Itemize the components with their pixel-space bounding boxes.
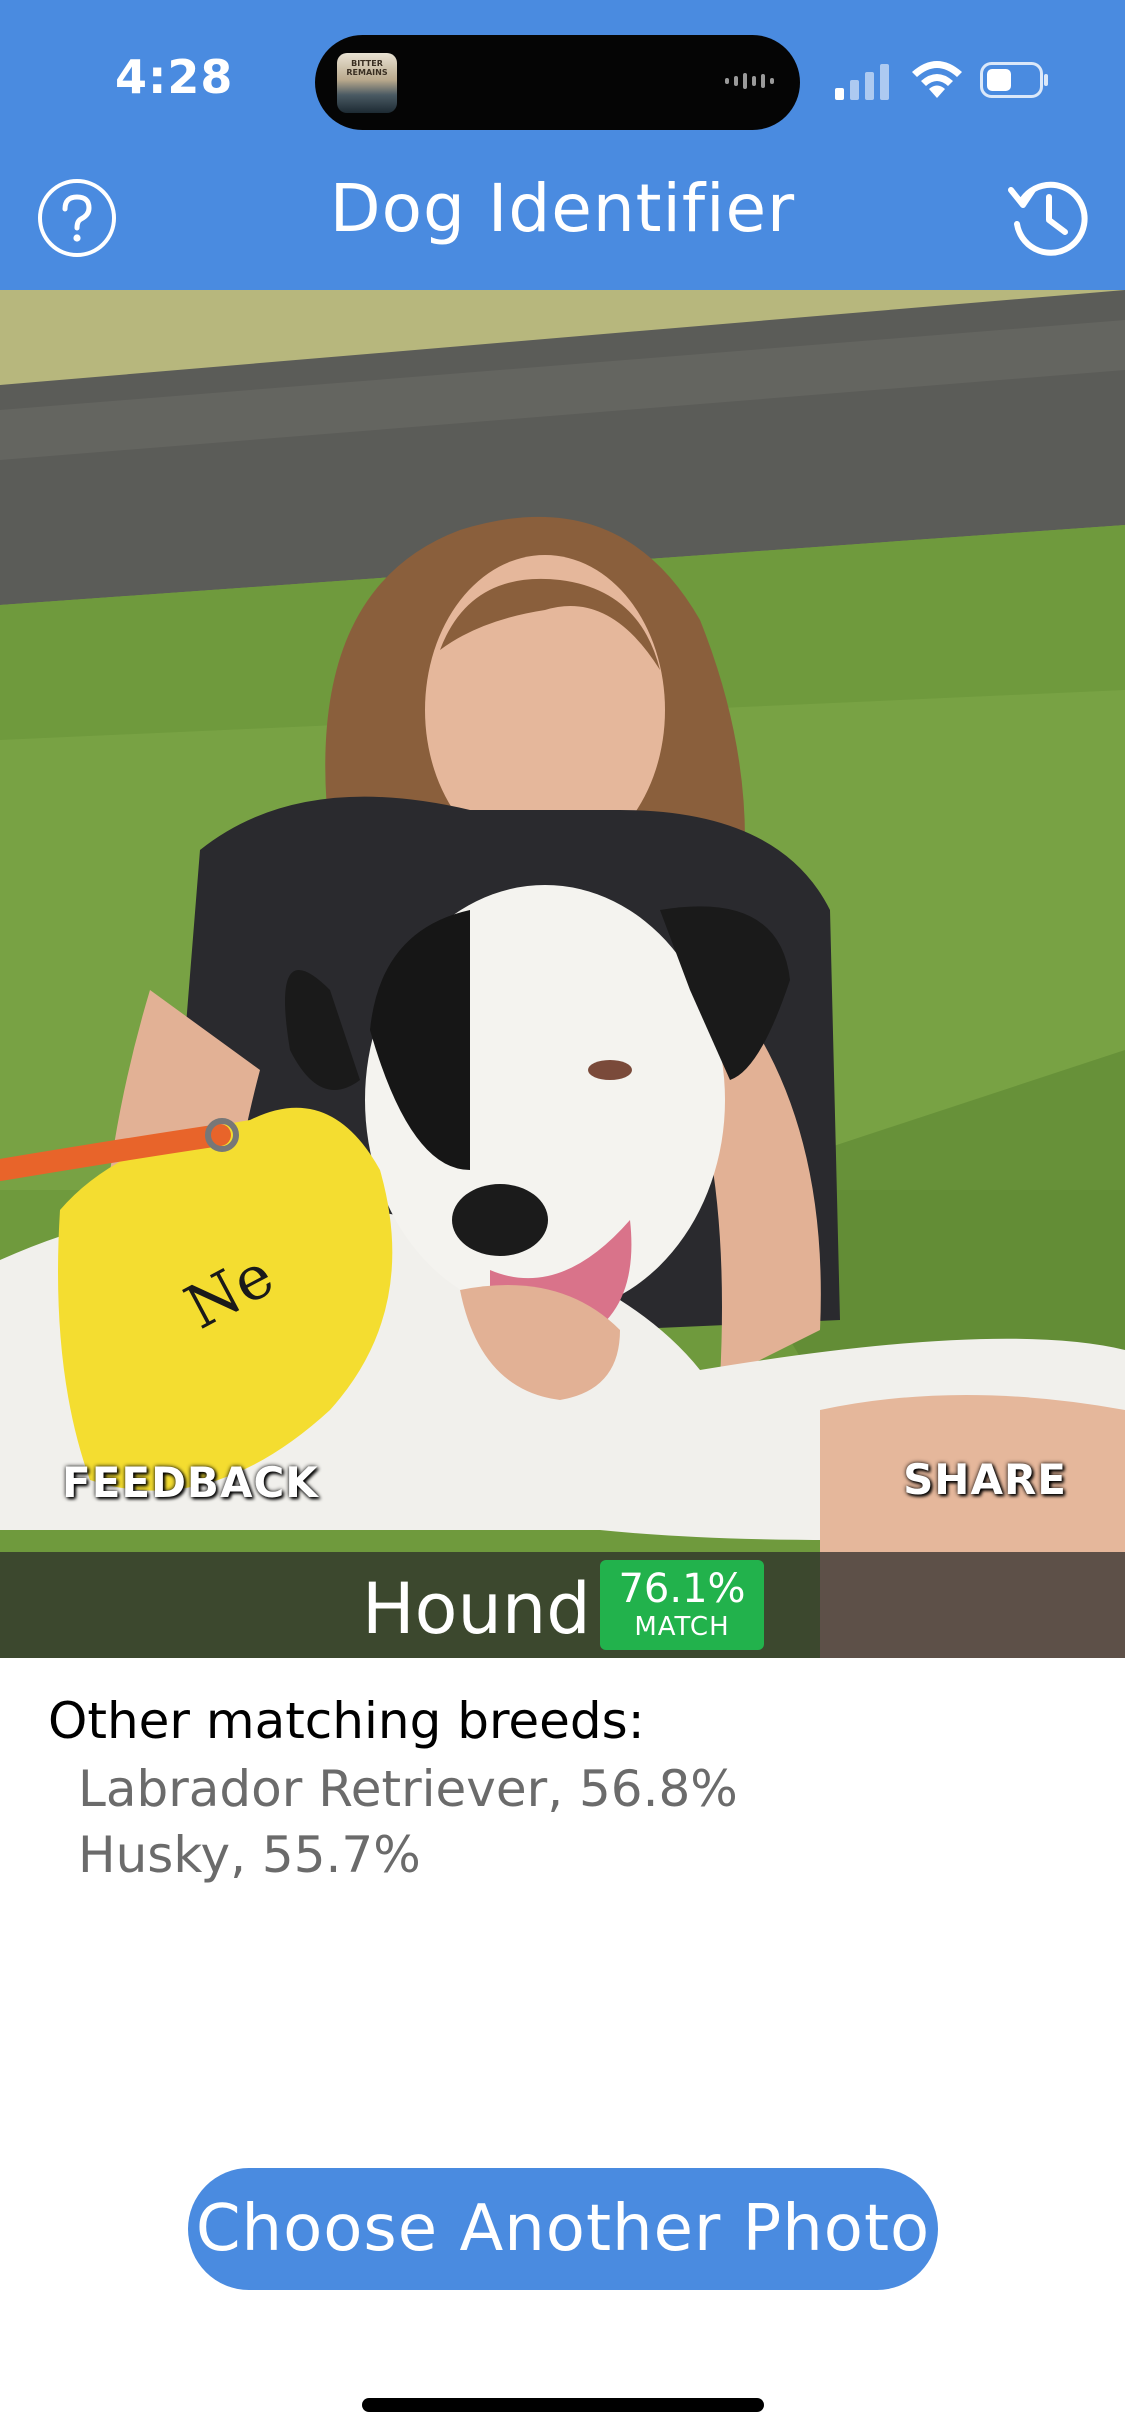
page-title: Dog Identifier: [329, 170, 796, 247]
analyzed-photo: Ne: [0, 290, 1125, 1658]
now-playing-artwork: BITTER REMAINS: [337, 53, 397, 113]
cellular-signal-icon: [835, 62, 889, 100]
other-breed-item: Labrador Retriever, 56.8%: [78, 1760, 738, 1818]
top-breed-name: Hound: [362, 1568, 591, 1650]
match-label: MATCH: [634, 1612, 730, 1642]
other-breeds-heading: Other matching breeds:: [48, 1692, 645, 1750]
match-percent: 76.1%: [618, 1566, 746, 1612]
share-button[interactable]: SHARE: [903, 1455, 1067, 1504]
app-screen: 4:28 BITTER REMAINS Dog Identifier Ne FE…: [0, 0, 1125, 2436]
status-time: 4:28: [115, 50, 234, 104]
other-breed-item: Husky, 55.7%: [78, 1826, 421, 1884]
history-button[interactable]: [1003, 172, 1093, 262]
match-badge: 76.1% MATCH: [600, 1560, 764, 1650]
header: 4:28 BITTER REMAINS Dog Identifier: [0, 0, 1125, 290]
home-indicator[interactable]: [362, 2398, 764, 2412]
wifi-icon: [912, 61, 962, 98]
feedback-button[interactable]: FEEDBACK: [62, 1458, 319, 1507]
audio-waveform-icon: [725, 73, 774, 89]
dynamic-island[interactable]: BITTER REMAINS: [315, 35, 800, 130]
now-playing-artwork-text: BITTER REMAINS: [346, 59, 388, 77]
photo-illustration: Ne: [0, 290, 1125, 1658]
battery-icon: [980, 62, 1048, 98]
choose-another-photo-button[interactable]: Choose Another Photo: [188, 2168, 938, 2290]
